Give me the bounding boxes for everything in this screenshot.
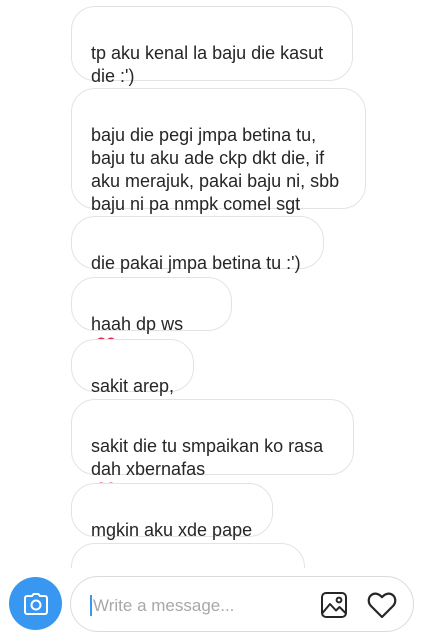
- message-text: mgkin aku xde pape: [91, 520, 253, 540]
- message-bubble[interactable]: sakit die tu smpaikan ko rasa dah xberna…: [71, 399, 354, 501]
- message-bubble[interactable]: mgkin aku xde pape: [71, 483, 273, 540]
- camera-icon: [23, 592, 48, 615]
- message-bubble[interactable]: sakit arep,: [71, 339, 194, 396]
- message-text: baju die pegi jmpa betina tu, baju tu ak…: [91, 125, 340, 214]
- message-bubble[interactable]: haah dp ws: [71, 277, 232, 356]
- text-cursor: [90, 595, 92, 616]
- heart-icon[interactable]: [367, 591, 397, 619]
- camera-button[interactable]: [9, 577, 62, 630]
- message-input[interactable]: Write a message...: [70, 576, 414, 632]
- message-bubble[interactable]: die pakai jmpa betina tu :'): [71, 216, 324, 273]
- message-bubble[interactable]: tp aku kenal la baju die kasut die :'): [71, 6, 353, 86]
- message-text: tp aku kenal la baju die kasut die :'): [91, 43, 324, 86]
- message-placeholder: Write a message...: [93, 596, 235, 615]
- message-composer: Write a message...: [0, 572, 424, 640]
- message-text: sakit arep,: [91, 376, 175, 396]
- message-bubble[interactable]: baju die pegi jmpa betina tu, baju tu ak…: [71, 88, 366, 214]
- message-text: haah dp ws: [91, 314, 184, 334]
- message-thread[interactable]: tp aku kenal la baju die kasut die :') b…: [0, 0, 424, 568]
- message-text: sakit die tu smpaikan ko rasa dah xberna…: [91, 436, 324, 479]
- message-bubble[interactable]: [71, 543, 305, 568]
- image-gallery-icon[interactable]: [320, 591, 348, 619]
- message-text: die pakai jmpa betina tu :'): [91, 253, 301, 273]
